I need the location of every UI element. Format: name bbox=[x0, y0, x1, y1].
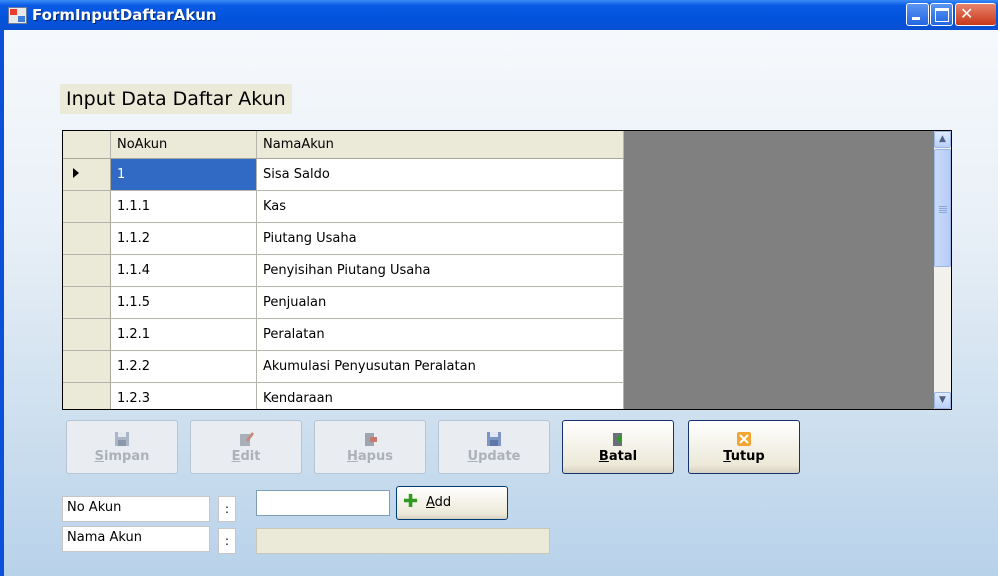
cell-namaakun[interactable]: Peralatan bbox=[256, 318, 624, 351]
table-row[interactable]: 1 Sisa Saldo bbox=[63, 158, 624, 191]
hapus-button[interactable]: Hapus bbox=[314, 420, 426, 474]
row-header[interactable] bbox=[63, 382, 111, 409]
add-label: Add bbox=[426, 495, 452, 510]
no-akun-input[interactable] bbox=[256, 490, 390, 516]
table-row[interactable]: 1.2.2 Akumulasi Penyusutan Peralatan bbox=[63, 350, 624, 383]
simpan-label: Simpan bbox=[94, 449, 150, 464]
save-icon bbox=[115, 432, 129, 446]
window-title: FormInputDaftarAkun bbox=[32, 6, 217, 24]
cell-noakun[interactable]: 1 bbox=[110, 158, 257, 191]
edit-icon bbox=[240, 432, 254, 446]
account-data-grid[interactable]: NoAkun NamaAkun 1 Sisa Saldo 1.1.1 Kas 1… bbox=[62, 130, 952, 410]
hapus-label: Hapus bbox=[347, 449, 393, 464]
scroll-thumb[interactable] bbox=[934, 149, 951, 267]
column-header-noakun[interactable]: NoAkun bbox=[110, 131, 257, 159]
no-akun-label: No Akun bbox=[62, 496, 210, 522]
grid-header-row: NoAkun NamaAkun bbox=[63, 131, 624, 159]
batal-label: Batal bbox=[598, 449, 638, 464]
delete-icon bbox=[365, 433, 377, 446]
cell-namaakun[interactable]: Penyisihan Piutang Usaha bbox=[256, 254, 624, 287]
row-header[interactable] bbox=[63, 190, 111, 223]
nama-akun-colon: : bbox=[218, 528, 236, 554]
cell-noakun[interactable]: 1.2.3 bbox=[110, 382, 257, 409]
row-header[interactable] bbox=[63, 286, 111, 319]
vertical-scrollbar[interactable]: ▲ ▼ bbox=[934, 131, 951, 409]
close-icon[interactable] bbox=[955, 3, 996, 26]
edit-button[interactable]: Edit bbox=[190, 420, 302, 474]
close-form-icon bbox=[737, 432, 751, 446]
table-row[interactable]: 1.1.5 Penjualan bbox=[63, 286, 624, 319]
grid-table: NoAkun NamaAkun 1 Sisa Saldo 1.1.1 Kas 1… bbox=[63, 131, 624, 409]
cell-noakun[interactable]: 1.1.5 bbox=[110, 286, 257, 319]
form-icon bbox=[8, 7, 27, 24]
nama-akun-input[interactable] bbox=[256, 528, 550, 554]
add-button[interactable]: ✚ Add bbox=[396, 486, 508, 520]
cell-namaakun[interactable]: Kendaraan bbox=[256, 382, 624, 409]
scroll-down-icon[interactable]: ▼ bbox=[934, 392, 951, 409]
row-header-corner[interactable] bbox=[63, 131, 111, 159]
row-header[interactable] bbox=[63, 222, 111, 255]
edit-label: Edit bbox=[231, 449, 261, 464]
nama-akun-label: Nama Akun bbox=[62, 526, 210, 552]
update-button[interactable]: Update bbox=[438, 420, 550, 474]
cell-noakun[interactable]: 1.1.1 bbox=[110, 190, 257, 223]
cancel-icon bbox=[613, 433, 622, 446]
table-row[interactable]: 1.2.1 Peralatan bbox=[63, 318, 624, 351]
row-header[interactable] bbox=[63, 350, 111, 383]
row-header[interactable] bbox=[63, 318, 111, 351]
cell-namaakun[interactable]: Kas bbox=[256, 190, 624, 223]
grip-icon bbox=[939, 206, 947, 213]
cell-namaakun[interactable]: Piutang Usaha bbox=[256, 222, 624, 255]
table-row[interactable]: 1.1.2 Piutang Usaha bbox=[63, 222, 624, 255]
minimize-icon[interactable] bbox=[906, 3, 929, 26]
current-row-arrow-icon bbox=[73, 168, 79, 178]
cell-namaakun[interactable]: Akumulasi Penyusutan Peralatan bbox=[256, 350, 624, 383]
simpan-button[interactable]: Simpan bbox=[66, 420, 178, 474]
cell-noakun[interactable]: 1.2.2 bbox=[110, 350, 257, 383]
maximize-icon[interactable] bbox=[930, 3, 953, 26]
table-row[interactable]: 1.1.1 Kas bbox=[63, 190, 624, 223]
update-label: Update bbox=[467, 449, 521, 464]
cell-namaakun[interactable]: Sisa Saldo bbox=[256, 158, 624, 191]
app-window: FormInputDaftarAkun Input Data Daftar Ak… bbox=[0, 0, 998, 576]
scroll-up-icon[interactable]: ▲ bbox=[934, 131, 951, 148]
title-bar[interactable]: FormInputDaftarAkun bbox=[0, 0, 998, 30]
tutup-label: Tutup bbox=[723, 449, 765, 464]
table-row[interactable]: 1.1.4 Penyisihan Piutang Usaha bbox=[63, 254, 624, 287]
batal-button[interactable]: Batal bbox=[562, 420, 674, 474]
cell-noakun[interactable]: 1.2.1 bbox=[110, 318, 257, 351]
no-akun-colon: : bbox=[218, 496, 236, 522]
column-header-namaakun[interactable]: NamaAkun bbox=[256, 131, 624, 159]
cell-noakun[interactable]: 1.1.4 bbox=[110, 254, 257, 287]
plus-icon: ✚ bbox=[403, 491, 419, 512]
table-row[interactable]: 1.2.3 Kendaraan bbox=[63, 382, 624, 409]
row-header[interactable] bbox=[63, 254, 111, 287]
cell-namaakun[interactable]: Penjualan bbox=[256, 286, 624, 319]
update-icon bbox=[487, 432, 501, 446]
row-header[interactable] bbox=[63, 158, 111, 191]
tutup-button[interactable]: Tutup bbox=[688, 420, 800, 474]
cell-noakun[interactable]: 1.1.2 bbox=[110, 222, 257, 255]
page-title: Input Data Daftar Akun bbox=[60, 84, 292, 114]
